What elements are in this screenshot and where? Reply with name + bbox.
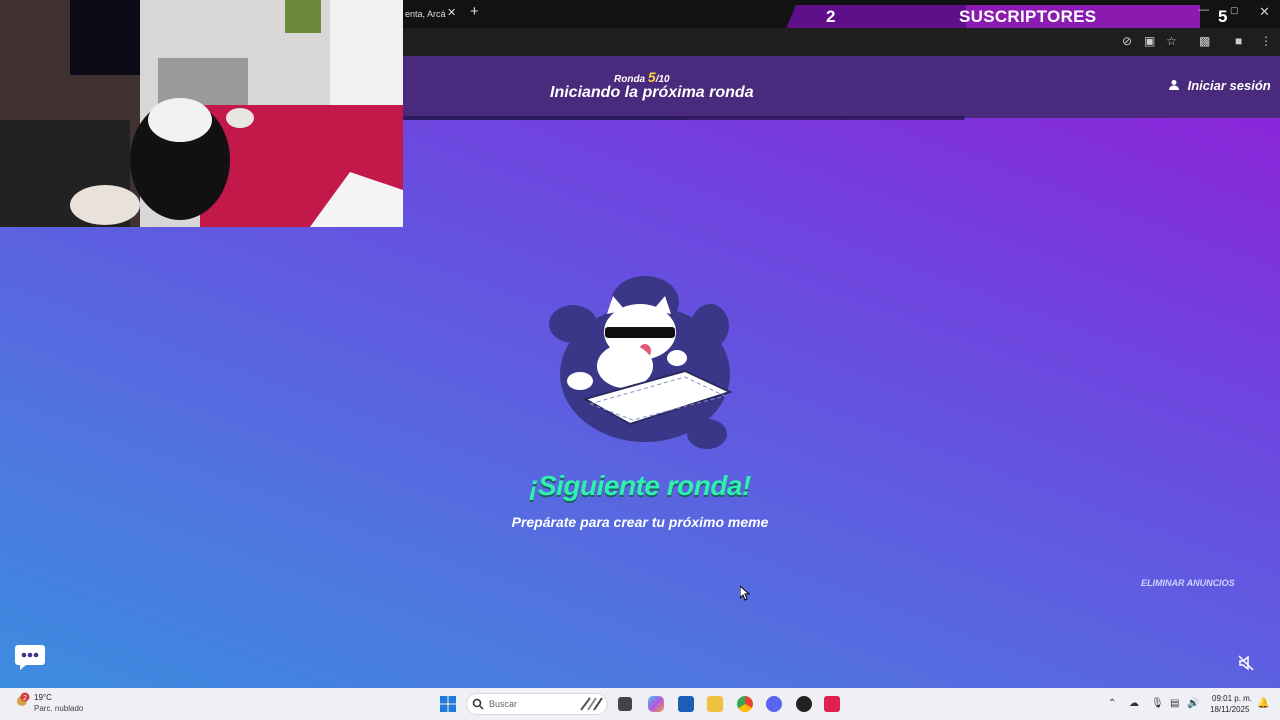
login-button[interactable]: Iniciar sesión — [1168, 78, 1271, 93]
profile-icon[interactable]: ■ — [1235, 34, 1242, 48]
windows-taskbar — [0, 688, 1280, 720]
page-title: Iniciando la próxima ronda — [550, 84, 754, 101]
mouse-cursor-icon — [739, 584, 751, 606]
user-icon — [1168, 78, 1188, 93]
tab-close-icon[interactable]: ✕ — [447, 6, 456, 19]
next-round-subtitle: Prepárate para crear tu próximo meme — [511, 514, 769, 530]
round-progress-track — [403, 116, 965, 120]
cat-mascot-illustration — [545, 274, 735, 454]
extensions-icon[interactable]: ▩ — [1199, 34, 1210, 48]
round-indicator: Ronda 5/10 — [614, 69, 670, 85]
eye-off-icon[interactable]: ⊘ — [1122, 34, 1132, 48]
install-app-icon[interactable]: ▣ — [1144, 34, 1155, 48]
tray-chevron-up-icon[interactable]: ⌃ — [1108, 698, 1116, 709]
sound-muted-icon[interactable] — [1238, 655, 1254, 676]
taskbar-file-explorer-icon[interactable] — [707, 696, 723, 712]
subscriber-label: SUSCRIPTORES — [959, 7, 1097, 26]
notifications-icon[interactable]: 🔔 — [1257, 698, 1269, 709]
next-round-heading: ¡Siguiente ronda! — [529, 470, 751, 501]
tray-volume-icon[interactable]: 🔊 — [1187, 698, 1199, 709]
subscriber-count: 2 — [826, 7, 836, 26]
window-maximize-icon[interactable]: ▢ — [1230, 5, 1239, 16]
menu-kebab-icon[interactable]: ⋮ — [1260, 34, 1272, 48]
taskbar-store-icon[interactable] — [678, 696, 694, 712]
window-minimize-icon[interactable]: — — [1198, 4, 1209, 16]
taskbar-copilot-icon[interactable] — [648, 696, 664, 712]
taskbar-tiktok-icon[interactable] — [824, 696, 840, 712]
chat-icon[interactable] — [14, 643, 46, 671]
taskbar-chrome-icon[interactable] — [737, 696, 753, 712]
login-label: Iniciar sesión — [1187, 78, 1271, 93]
taskbar-discord-icon[interactable] — [766, 696, 782, 712]
weather-icon[interactable]: 2 — [16, 692, 32, 708]
round-progress-fill — [403, 116, 684, 120]
window-close-icon[interactable]: ✕ — [1259, 4, 1270, 20]
taskbar-task-view-icon[interactable] — [618, 697, 632, 711]
round-current: 5 — [647, 69, 656, 85]
taskbar-pens-icon[interactable] — [578, 696, 606, 712]
windows-start-icon[interactable] — [440, 696, 456, 717]
webcam-overlay — [0, 0, 403, 227]
taskbar-obs-icon[interactable] — [796, 696, 812, 712]
new-tab-button[interactable]: + — [470, 3, 479, 20]
taskbar-clock-time[interactable]: 09:01 p. m. — [1212, 694, 1252, 703]
weather-description: Parc. nublado — [34, 704, 84, 713]
weather-badge: 2 — [23, 695, 27, 702]
bookmark-star-icon[interactable]: ☆ — [1166, 34, 1177, 48]
remove-ads-link[interactable]: ELIMINAR ANUNCIOS — [1141, 578, 1235, 588]
search-placeholder: Buscar — [489, 699, 518, 709]
tray-microphone-icon[interactable]: 🎙 — [1151, 698, 1164, 709]
tray-network-icon[interactable]: ▤ — [1170, 698, 1179, 709]
weather-temperature: 19°C — [34, 693, 52, 702]
tray-cloud-icon[interactable]: ☁ — [1129, 698, 1139, 709]
taskbar-clock-date[interactable]: 18/11/2025 — [1210, 705, 1249, 714]
subscriber-goal-number: 5 — [1218, 7, 1228, 26]
search-icon — [472, 697, 484, 715]
